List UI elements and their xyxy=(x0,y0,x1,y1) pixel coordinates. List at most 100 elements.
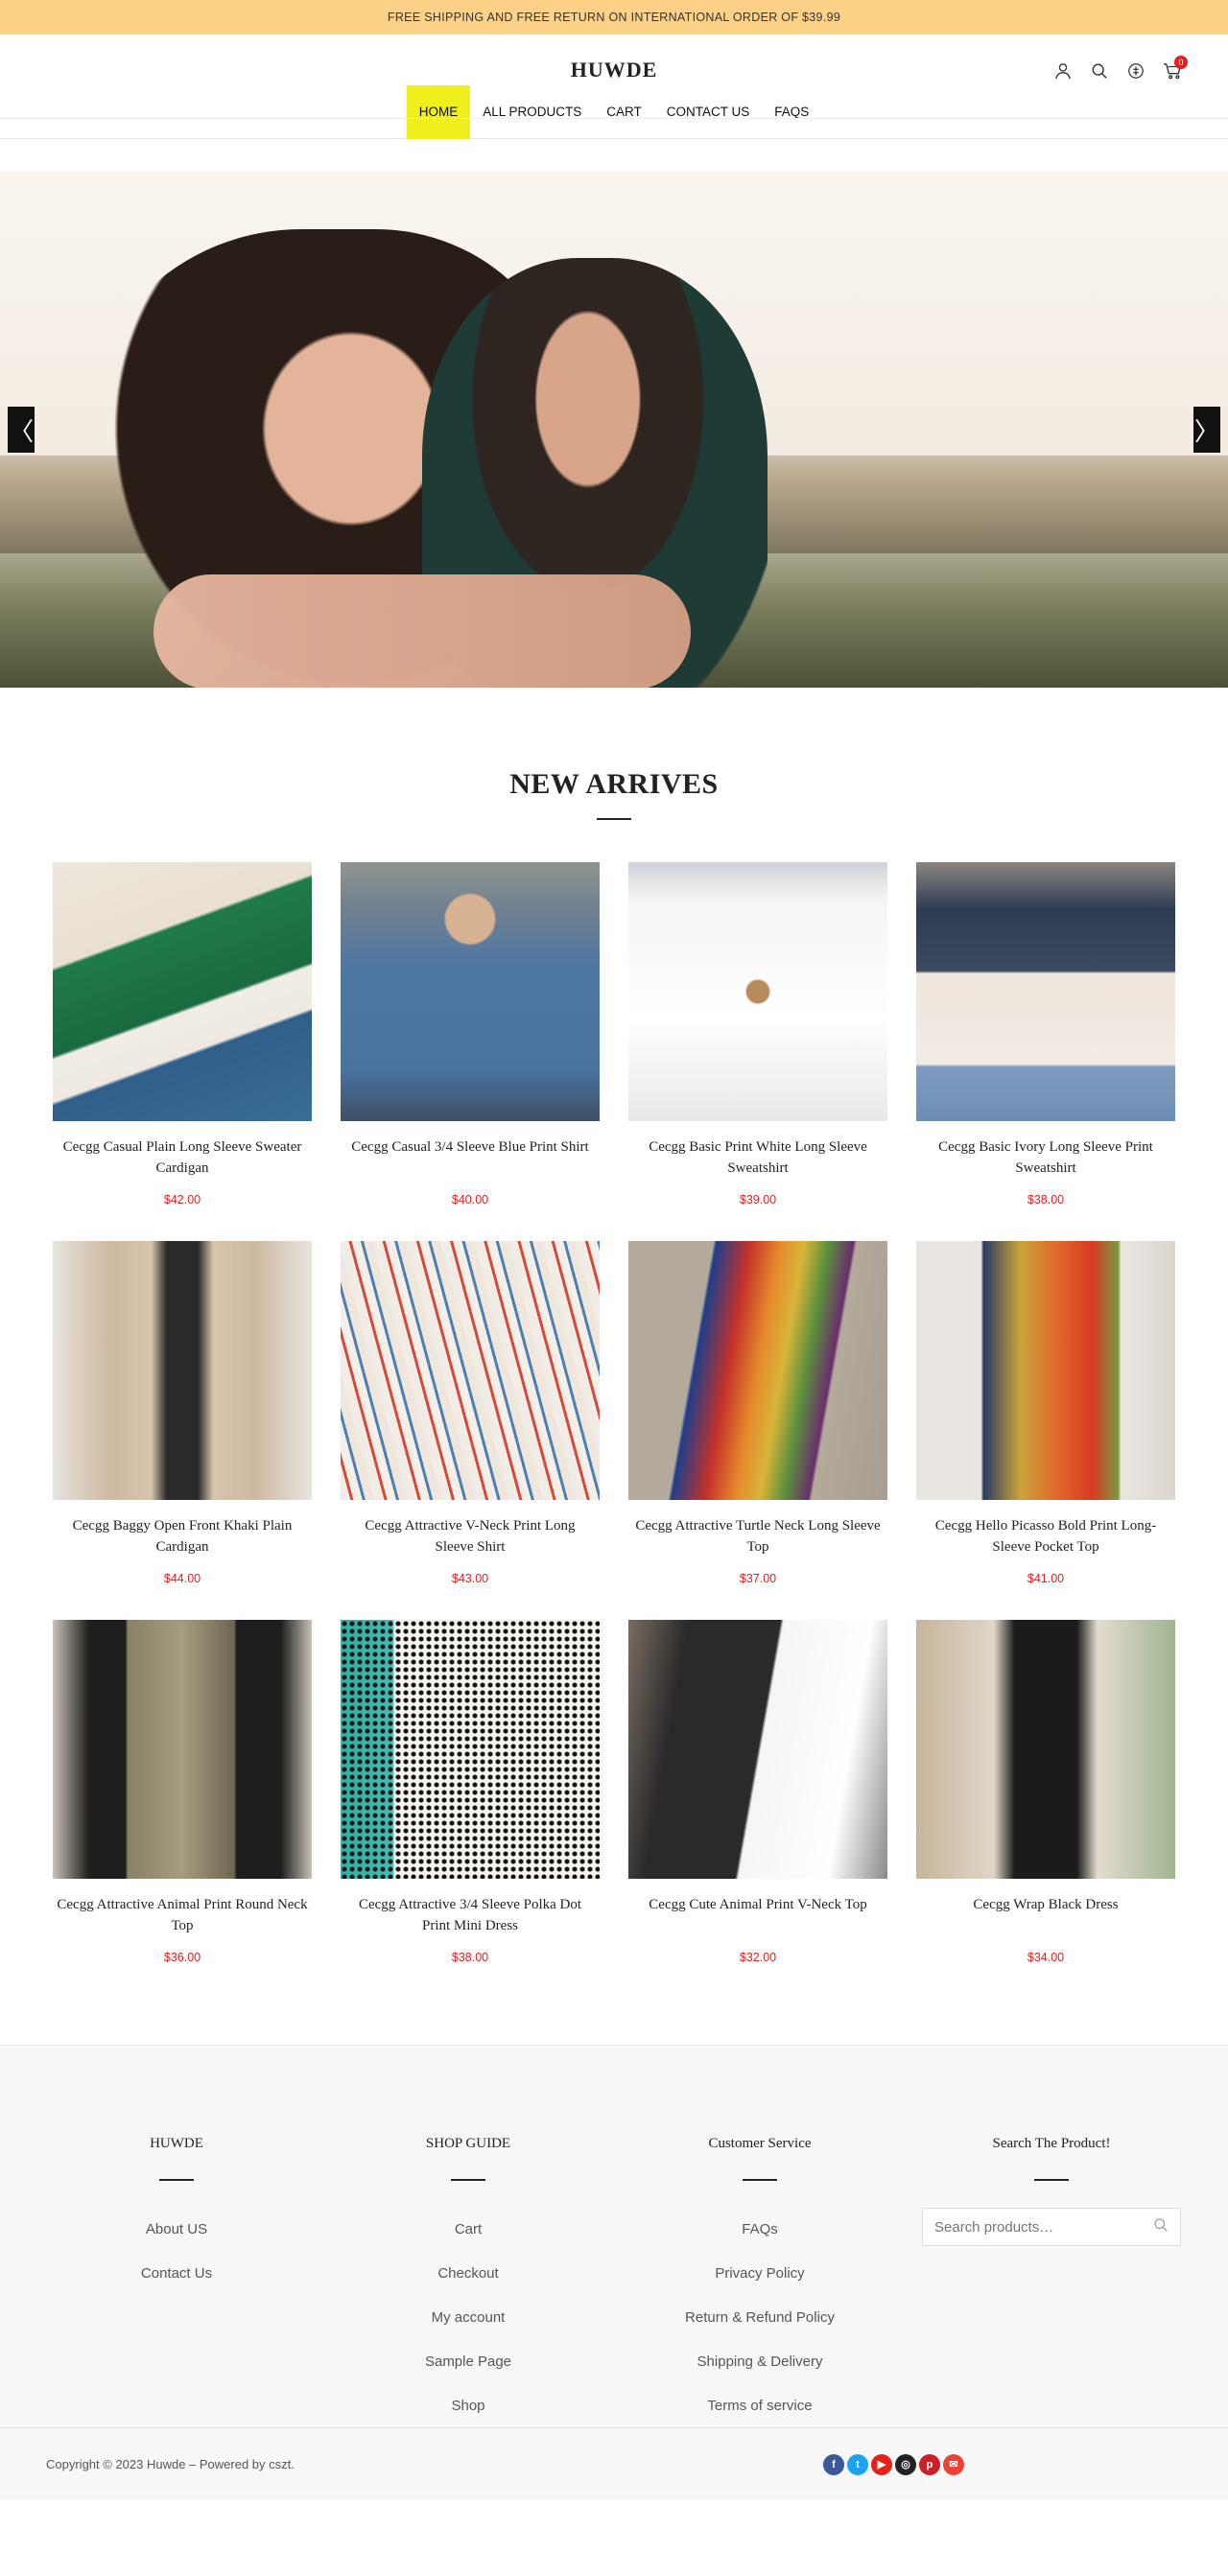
product-card[interactable]: Cecgg Attractive 3/4 Sleeve Polka Dot Pr… xyxy=(341,1620,600,1999)
product-name[interactable]: Cecgg Casual 3/4 Sleeve Blue Print Shirt xyxy=(341,1136,600,1179)
footer-divider xyxy=(451,2179,485,2181)
product-name[interactable]: Cecgg Cute Animal Print V-Neck Top xyxy=(628,1894,887,1936)
slider-prev-button[interactable]: 〈 xyxy=(8,407,35,453)
footer-link-about-us[interactable]: About US xyxy=(31,2208,322,2252)
currency-icon[interactable] xyxy=(1126,61,1145,81)
footer-divider xyxy=(1034,2179,1069,2181)
product-name[interactable]: Cecgg Basic Ivory Long Sleeve Print Swea… xyxy=(916,1136,1175,1179)
product-name[interactable]: Cecgg Hello Picasso Bold Print Long-Slee… xyxy=(916,1515,1175,1557)
search-icon[interactable] xyxy=(1090,61,1109,81)
footer-link-checkout[interactable]: Checkout xyxy=(322,2252,614,2296)
product-card[interactable]: Cecgg Cute Animal Print V-Neck Top $32.0… xyxy=(628,1620,887,1999)
instagram-icon[interactable]: ◎ xyxy=(895,2453,916,2475)
product-image[interactable] xyxy=(916,1241,1175,1500)
product-price: $36.00 xyxy=(163,1951,201,1964)
product-image[interactable] xyxy=(341,1620,600,1879)
product-price: $40.00 xyxy=(451,1193,489,1206)
product-card[interactable]: Cecgg Wrap Black Dress $34.00 xyxy=(916,1620,1175,1999)
product-name[interactable]: Cecgg Baggy Open Front Khaki Plain Cardi… xyxy=(53,1515,312,1557)
footer-col-search: Search The Product! xyxy=(906,2136,1197,2428)
product-name[interactable]: Cecgg Casual Plain Long Sleeve Sweater C… xyxy=(53,1136,312,1179)
product-price: $42.00 xyxy=(163,1193,201,1206)
social-links: f t ▶ ◎ p ✉ xyxy=(823,2453,964,2475)
product-name[interactable]: Cecgg Basic Print White Long Sleeve Swea… xyxy=(628,1136,887,1179)
cart-icon[interactable]: 0 xyxy=(1163,56,1188,81)
product-image[interactable] xyxy=(53,1620,312,1879)
product-image[interactable] xyxy=(341,862,600,1121)
announcement-bar: FREE SHIPPING AND FREE RETURN ON INTERNA… xyxy=(0,0,1228,35)
footer-bottom-bar: Copyright © 2023 Huwde – Powered by cszt… xyxy=(0,2427,1228,2500)
footer-link-faqs[interactable]: FAQs xyxy=(614,2208,906,2252)
product-price: $38.00 xyxy=(451,1951,489,1964)
product-image[interactable] xyxy=(628,1620,887,1879)
site-footer: HUWDE About US Contact Us SHOP GUIDE Car… xyxy=(0,2045,1228,2500)
footer-link-privacy-policy[interactable]: Privacy Policy xyxy=(614,2252,906,2296)
product-name[interactable]: Cecgg Attractive Turtle Neck Long Sleeve… xyxy=(628,1515,887,1557)
header-icons: 0 xyxy=(1053,56,1188,81)
product-card[interactable]: Cecgg Attractive Animal Print Round Neck… xyxy=(53,1620,312,1999)
footer-link-cart[interactable]: Cart xyxy=(322,2208,614,2252)
product-name[interactable]: Cecgg Attractive 3/4 Sleeve Polka Dot Pr… xyxy=(341,1894,600,1936)
footer-heading: HUWDE xyxy=(150,2136,203,2151)
product-image[interactable] xyxy=(628,862,887,1121)
footer-heading: SHOP GUIDE xyxy=(425,2136,511,2151)
site-logo[interactable]: HUWDE xyxy=(0,58,1228,82)
email-icon[interactable]: ✉ xyxy=(943,2453,964,2475)
footer-divider xyxy=(159,2179,194,2181)
footer-heading: Customer Service xyxy=(708,2136,812,2151)
search-icon[interactable] xyxy=(1153,2217,1169,2237)
footer-divider xyxy=(743,2179,777,2181)
footer-link-return-refund[interactable]: Return & Refund Policy xyxy=(614,2296,906,2340)
site-header: HUWDE 0 xyxy=(0,35,1228,119)
product-card[interactable]: Cecgg Casual Plain Long Sleeve Sweater C… xyxy=(53,862,312,1241)
footer-link-contact-us[interactable]: Contact Us xyxy=(31,2252,322,2296)
user-icon[interactable] xyxy=(1053,61,1073,81)
product-price: $34.00 xyxy=(1027,1951,1065,1964)
pinterest-icon[interactable]: p xyxy=(919,2453,940,2475)
product-image[interactable] xyxy=(341,1241,600,1500)
product-image[interactable] xyxy=(53,862,312,1121)
product-price: $39.00 xyxy=(739,1193,777,1206)
hero-slider: 〈 〉 xyxy=(0,172,1228,688)
footer-link-shipping-delivery[interactable]: Shipping & Delivery xyxy=(614,2340,906,2384)
footer-search-input[interactable] xyxy=(934,2218,1153,2236)
product-card[interactable]: Cecgg Attractive Turtle Neck Long Sleeve… xyxy=(628,1241,887,1620)
product-price: $41.00 xyxy=(1027,1572,1065,1585)
product-card[interactable]: Cecgg Baggy Open Front Khaki Plain Cardi… xyxy=(53,1241,312,1620)
cart-count-badge: 0 xyxy=(1174,56,1188,69)
product-image[interactable] xyxy=(916,1620,1175,1879)
footer-col-customer-service: Customer Service FAQs Privacy Policy Ret… xyxy=(614,2136,906,2428)
footer-col-shop-guide: SHOP GUIDE Cart Checkout My account Samp… xyxy=(322,2136,614,2428)
product-price: $37.00 xyxy=(739,1572,777,1585)
slider-next-button[interactable]: 〉 xyxy=(1193,407,1220,453)
product-card[interactable]: Cecgg Hello Picasso Bold Print Long-Slee… xyxy=(916,1241,1175,1620)
footer-link-sample-page[interactable]: Sample Page xyxy=(322,2340,614,2384)
footer-link-my-account[interactable]: My account xyxy=(322,2296,614,2340)
announcement-text: FREE SHIPPING AND FREE RETURN ON INTERNA… xyxy=(387,11,841,24)
facebook-icon[interactable]: f xyxy=(823,2453,844,2475)
product-price: $43.00 xyxy=(451,1572,489,1585)
product-name[interactable]: Cecgg Wrap Black Dress xyxy=(916,1894,1175,1936)
product-card[interactable]: Cecgg Basic Ivory Long Sleeve Print Swea… xyxy=(916,862,1175,1241)
product-price: $38.00 xyxy=(1027,1193,1065,1206)
footer-heading: Search The Product! xyxy=(992,2136,1111,2151)
copyright-text: Copyright © 2023 Huwde – Powered by cszt… xyxy=(46,2457,295,2471)
footer-link-terms[interactable]: Terms of service xyxy=(614,2384,906,2428)
product-card[interactable]: Cecgg Attractive V-Neck Print Long Sleev… xyxy=(341,1241,600,1620)
product-card[interactable]: Cecgg Basic Print White Long Sleeve Swea… xyxy=(628,862,887,1241)
footer-link-shop[interactable]: Shop xyxy=(322,2384,614,2428)
youtube-icon[interactable]: ▶ xyxy=(871,2453,892,2475)
section-title: NEW ARRIVES xyxy=(509,768,719,800)
product-card[interactable]: Cecgg Casual 3/4 Sleeve Blue Print Shirt… xyxy=(341,862,600,1241)
hero-arm xyxy=(154,574,691,688)
product-image[interactable] xyxy=(628,1241,887,1500)
product-name[interactable]: Cecgg Attractive Animal Print Round Neck… xyxy=(53,1894,312,1936)
title-divider xyxy=(597,818,631,820)
product-image[interactable] xyxy=(916,862,1175,1121)
product-name[interactable]: Cecgg Attractive V-Neck Print Long Sleev… xyxy=(341,1515,600,1557)
footer-search-box xyxy=(922,2208,1181,2246)
twitter-icon[interactable]: t xyxy=(847,2453,868,2475)
product-image[interactable] xyxy=(53,1241,312,1500)
product-price: $32.00 xyxy=(739,1951,777,1964)
footer-col-brand: HUWDE About US Contact Us xyxy=(31,2136,322,2428)
